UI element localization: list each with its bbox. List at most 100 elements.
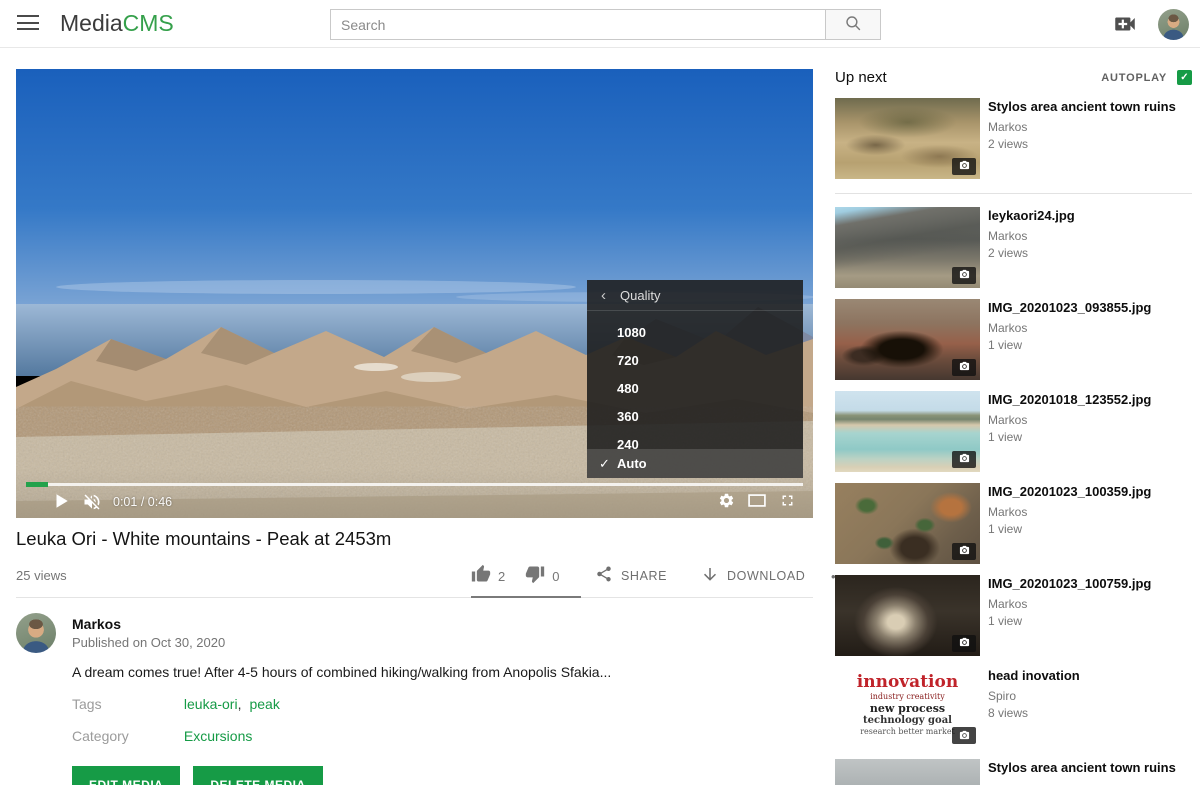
time-duration: 0:46 — [148, 495, 172, 509]
up-next-item-2[interactable]: leykaori24.jpg Markos 2 views — [835, 207, 1192, 288]
share-button[interactable]: SHARE — [595, 565, 679, 588]
mediacms-page: MediaCMS — [0, 0, 1200, 785]
upload-media-button[interactable] — [1112, 11, 1140, 37]
item-author: Markos — [988, 120, 1192, 134]
thumb-down-icon — [525, 564, 545, 589]
menu-icon[interactable] — [17, 15, 39, 32]
autoplay-label: AUTOPLAY — [1101, 72, 1167, 84]
like-count: 2 — [498, 569, 505, 584]
settings-button[interactable] — [718, 492, 738, 512]
item-views: 8 views — [988, 706, 1192, 720]
item-views: 2 views — [988, 246, 1192, 260]
up-next-item-8[interactable]: Stylos area ancient town ruins — [835, 759, 1192, 785]
likes-active-underline — [471, 596, 581, 598]
download-button[interactable]: DOWNLOAD — [701, 565, 813, 588]
autoplay-control: AUTOPLAY ✓ — [1101, 70, 1192, 85]
quality-option-auto[interactable]: ✓ Auto — [587, 449, 803, 478]
like-button[interactable]: 2 — [471, 564, 505, 589]
top-bar: MediaCMS — [0, 0, 1200, 48]
item-author: Markos — [988, 505, 1192, 519]
user-avatar[interactable] — [1158, 9, 1189, 40]
thumbnail — [835, 391, 980, 472]
thumb-up-icon — [471, 564, 491, 589]
gear-icon — [718, 492, 738, 509]
photo-badge — [952, 635, 976, 652]
up-next-title: Up next — [835, 69, 887, 86]
thumbnail — [835, 98, 980, 179]
tag-link-leuka-ori[interactable]: leuka-ori — [184, 696, 238, 712]
item-title: IMG_20201023_093855.jpg — [988, 300, 1192, 316]
thumbnail — [835, 483, 980, 564]
wordcloud-line: innovation — [835, 673, 980, 692]
published-date: Published on Oct 30, 2020 — [72, 635, 225, 650]
tags-row: Tags leuka-ori,peak — [72, 696, 280, 712]
thumbnail — [835, 299, 980, 380]
photo-badge — [952, 543, 976, 560]
sidebar-divider — [835, 193, 1192, 194]
search-button[interactable] — [826, 9, 881, 40]
category-link[interactable]: Excursions — [184, 728, 252, 744]
up-next-item-7[interactable]: innovation industry creativity new proce… — [835, 667, 1192, 748]
media-description: A dream comes true! After 4-5 hours of c… — [72, 664, 692, 680]
dislike-button[interactable]: 0 — [525, 564, 559, 589]
photo-badge — [952, 158, 976, 175]
content-divider — [16, 597, 813, 598]
mute-button[interactable] — [82, 492, 102, 512]
share-icon — [595, 565, 613, 588]
fullscreen-button[interactable] — [779, 492, 799, 512]
item-views: 1 view — [988, 430, 1192, 444]
quality-option-480[interactable]: 480 — [587, 375, 803, 403]
camera-icon — [959, 158, 970, 176]
sidebar-header: Up next AUTOPLAY ✓ — [835, 69, 1192, 98]
video-player[interactable]: ‹ Quality 1080 720 480 360 240 ✓ Auto — [16, 69, 813, 518]
quality-option-360[interactable]: 360 — [587, 403, 803, 431]
camera-icon — [959, 359, 970, 377]
item-author: Markos — [988, 597, 1192, 611]
time-current: 0:01 — [113, 495, 137, 509]
tags-label: Tags — [72, 696, 180, 712]
fullscreen-icon — [779, 492, 799, 509]
delete-media-button[interactable]: DELETE MEDIA — [193, 766, 322, 785]
quality-menu-header[interactable]: ‹ Quality — [587, 280, 803, 311]
photo-badge — [952, 359, 976, 376]
theater-mode-button[interactable] — [747, 492, 767, 512]
up-next-item-3[interactable]: IMG_20201023_093855.jpg Markos 1 view — [835, 299, 1192, 380]
camera-icon — [959, 543, 970, 561]
views-count: 25 views — [16, 568, 67, 583]
dislike-count: 0 — [552, 569, 559, 584]
quality-menu-title: Quality — [620, 288, 660, 303]
up-next-item-5[interactable]: IMG_20201023_100359.jpg Markos 1 view — [835, 483, 1192, 564]
author-avatar[interactable] — [16, 613, 56, 653]
time-separator: / — [141, 495, 144, 509]
item-views: 1 view — [988, 614, 1192, 628]
item-title: IMG_20201023_100359.jpg — [988, 484, 1192, 500]
check-icon: ✓ — [599, 456, 617, 472]
up-next-item-1[interactable]: Stylos area ancient town ruins Markos 2 … — [835, 98, 1192, 179]
video-add-icon — [1112, 24, 1138, 41]
quality-option-720[interactable]: 720 — [587, 347, 803, 375]
logo-cms: CMS — [123, 10, 174, 36]
up-next-item-4[interactable]: IMG_20201018_123552.jpg Markos 1 view — [835, 391, 1192, 472]
play-icon — [52, 492, 72, 510]
search-input[interactable] — [330, 9, 826, 40]
item-title: Stylos area ancient town ruins — [988, 760, 1192, 776]
item-author: Markos — [988, 229, 1192, 243]
seek-bar[interactable] — [26, 483, 803, 486]
author-name[interactable]: Markos — [72, 616, 121, 632]
autoplay-checkbox[interactable]: ✓ — [1177, 70, 1192, 85]
quality-option-1080[interactable]: 1080 — [587, 319, 803, 347]
edit-media-button[interactable]: EDIT MEDIA — [72, 766, 180, 785]
seek-bar-played — [26, 482, 48, 487]
item-views: 2 views — [988, 137, 1192, 151]
thumbnail — [835, 759, 980, 785]
download-icon — [701, 565, 719, 588]
tag-link-peak[interactable]: peak — [249, 696, 279, 712]
item-title: Stylos area ancient town ruins — [988, 99, 1192, 115]
up-next-item-6[interactable]: IMG_20201023_100759.jpg Markos 1 view — [835, 575, 1192, 656]
item-views: 1 view — [988, 522, 1192, 536]
logo[interactable]: MediaCMS — [60, 10, 174, 37]
quality-menu: ‹ Quality 1080 720 480 360 240 ✓ Auto — [587, 280, 803, 478]
play-button[interactable] — [52, 492, 72, 512]
item-title: IMG_20201018_123552.jpg — [988, 392, 1192, 408]
photo-badge — [952, 727, 976, 744]
